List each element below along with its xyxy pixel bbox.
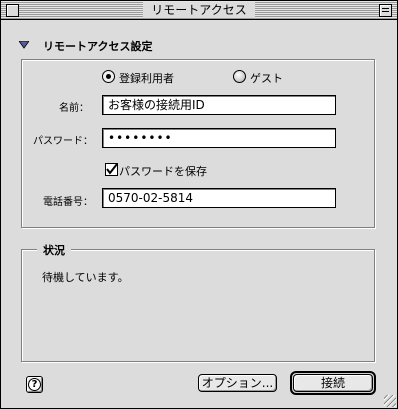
options-button[interactable]: オプション...: [198, 374, 277, 392]
name-field[interactable]: お客様の接続用ID: [102, 95, 336, 115]
password-label: パスワード：: [33, 136, 93, 147]
radio-registered-user[interactable]: [102, 70, 115, 83]
radio-registered-user-label[interactable]: 登録利用者: [119, 70, 174, 86]
name-label: 名前：: [59, 103, 89, 114]
checkmark-icon: [106, 163, 118, 175]
password-field[interactable]: ••••••••: [102, 128, 336, 148]
remote-access-window: リモートアクセス リモートアクセス設定 登録利用者 ゲスト 名前： お客様の接続…: [0, 0, 398, 409]
save-password-label[interactable]: パスワードを保存: [119, 163, 207, 179]
resize-grip-icon[interactable]: [384, 395, 396, 407]
status-text: 待機しています。: [42, 271, 129, 284]
help-button[interactable]: ?: [26, 376, 43, 393]
close-box[interactable]: [6, 4, 19, 17]
radio-guest-label[interactable]: ゲスト: [250, 70, 283, 86]
status-group: [21, 249, 375, 362]
window-title: リモートアクセス: [151, 3, 247, 17]
section-title: リモートアクセス設定: [43, 40, 153, 53]
save-password-checkbox[interactable]: [105, 163, 118, 176]
collapse-box[interactable]: [379, 4, 392, 17]
connect-button[interactable]: 接続: [293, 374, 373, 392]
radio-guest[interactable]: [233, 70, 246, 83]
status-title: 状況: [37, 242, 71, 258]
phone-label: 電話番号：: [43, 197, 93, 208]
title-bar[interactable]: リモートアクセス: [1, 1, 397, 20]
help-icon: ?: [28, 378, 41, 391]
disclosure-triangle-icon[interactable]: [19, 41, 29, 49]
phone-field[interactable]: 0570-02-5814: [102, 188, 336, 208]
